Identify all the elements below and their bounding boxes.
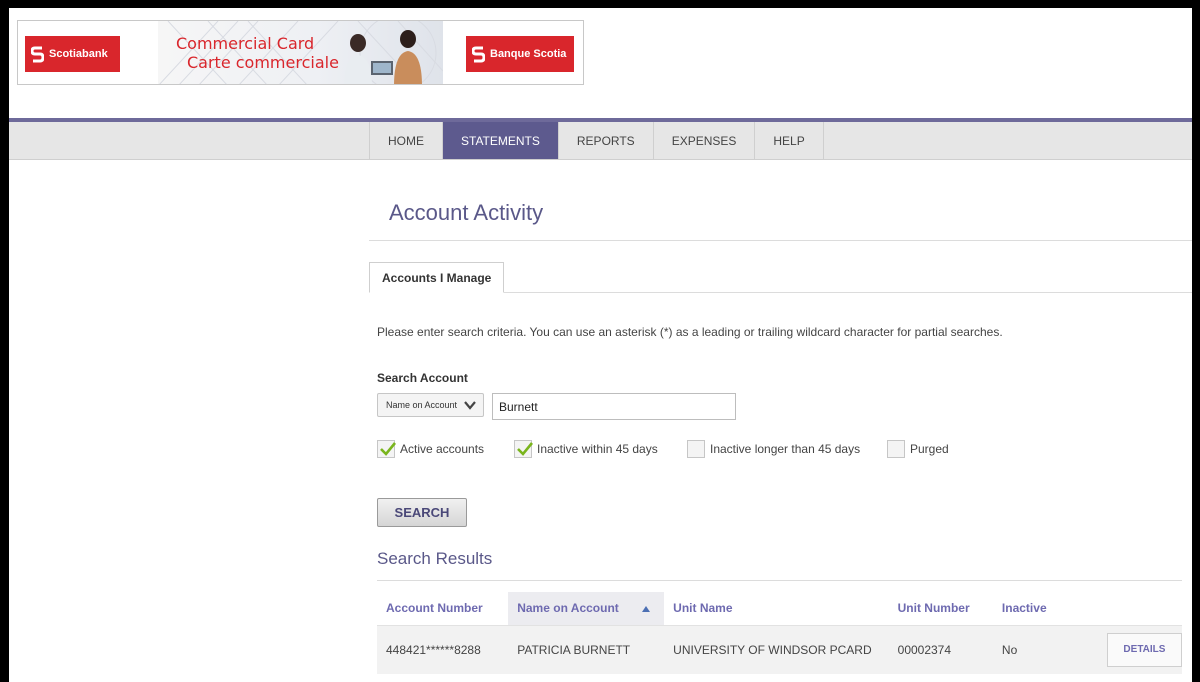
search-button[interactable]: SEARCH	[377, 498, 467, 527]
main-nav: HOME STATEMENTS REPORTS EXPENSES HELP	[369, 122, 824, 159]
sort-ascending-icon	[642, 606, 651, 612]
people-illustration	[344, 30, 422, 84]
scotia-s-icon	[31, 46, 44, 62]
details-button[interactable]: DETAILS	[1106, 632, 1182, 667]
column-header-actions	[1077, 592, 1182, 625]
filter-label: Purged	[910, 442, 949, 456]
brand-right-text: Banque Scotia	[490, 48, 567, 60]
cell-unit-name: UNIVERSITY OF WINDSOR PCARD	[664, 624, 889, 674]
active-accounts-checkbox[interactable]	[377, 440, 397, 458]
scotiabank-logo[interactable]: Scotiabank	[25, 36, 120, 72]
checkmark-icon	[517, 442, 534, 456]
nav-tab-reports[interactable]: REPORTS	[559, 122, 654, 159]
banner-illustration: Commercial Card Carte commerciale	[158, 21, 443, 84]
table-row: 448421******8288 PATRICIA BURNETT UNIVER…	[377, 624, 1182, 674]
column-header-unit-name[interactable]: Unit Name	[664, 592, 889, 625]
filter-purged[interactable]: Purged	[887, 439, 949, 459]
filter-label: Inactive within 45 days	[537, 442, 658, 456]
cell-actions: DETAILS	[1077, 624, 1182, 674]
nav-tab-expenses[interactable]: EXPENSES	[654, 122, 756, 159]
main-navigation-bar: HOME STATEMENTS REPORTS EXPENSES HELP	[9, 118, 1192, 160]
app-window: Scotiabank Commercial Card Carte commerc…	[9, 8, 1192, 682]
column-header-unit-number[interactable]: Unit Number	[888, 592, 993, 625]
search-instructions: Please enter search criteria. You can us…	[377, 325, 1003, 339]
column-header-inactive[interactable]: Inactive	[992, 592, 1078, 625]
inactive-within-45-checkbox[interactable]	[514, 440, 534, 458]
cell-unit-number: 00002374	[888, 624, 993, 674]
banner-title-line2: Carte commerciale	[187, 53, 339, 72]
checkmark-icon	[380, 442, 397, 456]
nav-tab-help[interactable]: HELP	[755, 122, 824, 159]
purged-checkbox[interactable]	[887, 440, 905, 458]
column-header-account-number[interactable]: Account Number	[377, 592, 509, 625]
column-header-label: Name on Account	[517, 601, 619, 616]
chevron-down-icon	[464, 401, 476, 410]
results-table: Account Number Name on Account Unit Name…	[377, 592, 1182, 674]
banner-title-line1: Commercial Card	[176, 34, 315, 53]
scotia-s-icon	[472, 46, 485, 62]
nav-tab-home[interactable]: HOME	[370, 122, 443, 159]
banque-scotia-logo[interactable]: Banque Scotia	[466, 36, 574, 72]
filter-inactive-within-45[interactable]: Inactive within 45 days	[514, 439, 658, 459]
filter-active-accounts[interactable]: Active accounts	[377, 439, 484, 459]
filter-inactive-longer-45[interactable]: Inactive longer than 45 days	[687, 439, 860, 459]
filter-label: Inactive longer than 45 days	[710, 442, 861, 456]
results-divider	[377, 580, 1182, 581]
search-account-label: Search Account	[377, 371, 468, 385]
search-type-select[interactable]: Name on Account	[377, 393, 484, 417]
search-input[interactable]	[492, 393, 736, 420]
page-title: Account Activity	[389, 200, 544, 225]
search-results-title: Search Results	[377, 549, 493, 568]
cell-name-on-account: PATRICIA BURNETT	[508, 624, 665, 674]
tab-accounts-i-manage[interactable]: Accounts I Manage	[369, 262, 505, 293]
nav-tab-statements[interactable]: STATEMENTS	[443, 122, 559, 159]
filter-label: Active accounts	[400, 442, 485, 456]
search-type-value: Name on Account	[386, 400, 458, 410]
header-banner: Scotiabank Commercial Card Carte commerc…	[17, 20, 584, 85]
inactive-longer-45-checkbox[interactable]	[687, 440, 705, 458]
table-header-row: Account Number Name on Account Unit Name…	[377, 592, 1182, 625]
banner-title: Commercial Card Carte commerciale	[176, 34, 339, 72]
cell-inactive: No	[992, 624, 1078, 674]
brand-left-text: Scotiabank	[49, 48, 108, 60]
column-header-name-on-account[interactable]: Name on Account	[508, 592, 665, 625]
cell-account-number: 448421******8288	[377, 624, 509, 674]
title-divider	[369, 240, 1192, 241]
